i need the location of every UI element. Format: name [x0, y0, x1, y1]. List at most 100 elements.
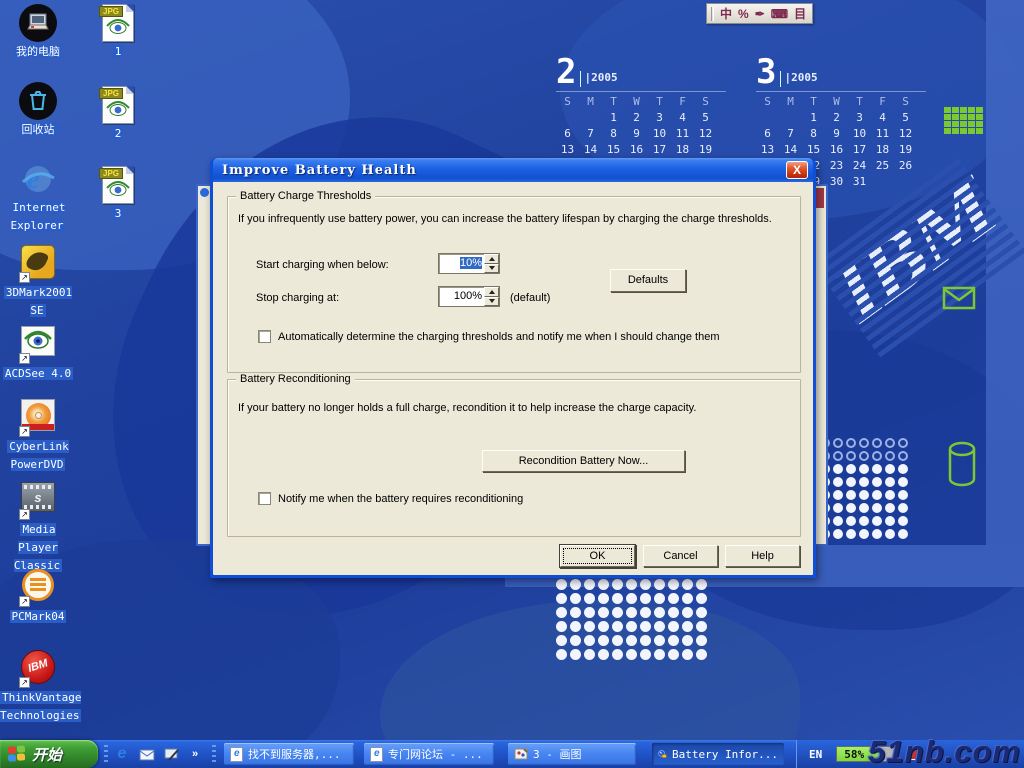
- desktop-icon-media-player-classic[interactable]: s ↗ Media Player Classic: [0, 478, 76, 574]
- calendar-month-number: 3: [756, 57, 776, 87]
- desktop-icon-jpg-1[interactable]: JPG 1: [94, 4, 142, 60]
- ime-pen-icon[interactable]: ✒: [755, 5, 765, 23]
- ime-menu-icon[interactable]: 目: [794, 5, 806, 23]
- acdsee-eye-icon: ↗: [19, 326, 57, 364]
- dot-pattern: [556, 579, 710, 663]
- spinner-up-icon[interactable]: [484, 287, 499, 297]
- jpg-badge: JPG: [99, 88, 123, 99]
- my-computer-icon: [19, 4, 57, 42]
- mail-icon: [139, 748, 155, 761]
- notify-reconditioning-checkbox[interactable]: [258, 492, 271, 505]
- spinner-down-icon[interactable]: [484, 297, 499, 307]
- envelope-icon: [942, 286, 976, 315]
- internet-explorer-icon: e: [19, 160, 57, 198]
- auto-determine-checkbox[interactable]: [258, 330, 271, 343]
- desktop-icon-jpg-3[interactable]: JPG 3: [94, 166, 142, 222]
- windows-logo-icon: [8, 745, 26, 763]
- cancel-button[interactable]: Cancel: [643, 545, 718, 567]
- chevron-icon: »: [192, 748, 198, 760]
- svg-text:e: e: [27, 164, 39, 195]
- ok-button[interactable]: OK: [560, 545, 635, 567]
- task-button-battery-information[interactable]: Battery Infor...: [652, 743, 784, 765]
- dialog-titlebar[interactable]: Improve Battery Health X: [213, 158, 813, 182]
- desktop-icon-internet-explorer[interactable]: e Internet Explorer: [0, 160, 76, 234]
- task-button-server-not-found[interactable]: e 找不到服务器,...: [224, 743, 354, 765]
- quicklaunch-show-desktop[interactable]: [162, 744, 182, 764]
- default-note: (default): [510, 292, 550, 304]
- notify-reconditioning-label: Notify me when the battery requires reco…: [278, 493, 523, 505]
- ime-chinese-icon[interactable]: 中: [720, 5, 732, 23]
- auto-determine-checkbox-row[interactable]: Automatically determine the charging thr…: [258, 330, 719, 343]
- quicklaunch-outlook-express[interactable]: [137, 744, 157, 764]
- shortcut-arrow-icon: ↗: [19, 426, 30, 437]
- jpg-file-icon: JPG: [102, 86, 134, 124]
- notify-reconditioning-checkbox-row[interactable]: Notify me when the battery requires reco…: [258, 492, 523, 505]
- group-title: Battery Reconditioning: [236, 373, 355, 385]
- quicklaunch-chevron[interactable]: »: [185, 744, 205, 764]
- quicklaunch-internet-explorer[interactable]: e: [112, 744, 132, 764]
- thresholds-description: If you infrequently use battery power, y…: [238, 213, 792, 225]
- language-bar[interactable]: 中 % ✒ ⌨ 目: [706, 3, 813, 24]
- recondition-battery-now-button[interactable]: Recondition Battery Now...: [482, 450, 685, 472]
- battery-charge-thresholds-group: Battery Charge Thresholds If you infrequ…: [227, 196, 801, 373]
- dot-pattern: [820, 438, 911, 542]
- thinkvantage-icon: IBM ↗: [19, 650, 57, 688]
- auto-determine-label: Automatically determine the charging thr…: [278, 331, 719, 343]
- dialog-title: Improve Battery Health: [222, 163, 417, 178]
- shortcut-arrow-icon: ↗: [19, 596, 30, 607]
- start-button[interactable]: 开始: [0, 740, 98, 768]
- show-desktop-icon: [164, 747, 180, 761]
- shortcut-arrow-icon: ↗: [19, 509, 30, 520]
- spinner-up-icon[interactable]: [484, 254, 499, 264]
- jpg-file-icon: JPG: [102, 166, 134, 204]
- desktop-icon-powerdvd[interactable]: ↗ CyberLink PowerDVD: [0, 396, 76, 473]
- defaults-button[interactable]: Defaults: [610, 269, 686, 292]
- jpg-file-icon: JPG: [102, 4, 134, 42]
- spinner-down-icon[interactable]: [484, 264, 499, 274]
- recycle-bin-icon: [19, 82, 57, 120]
- reconditioning-description: If your battery no longer holds a full c…: [238, 402, 792, 414]
- desktop-icon-recycle-bin[interactable]: 回收站: [0, 82, 76, 138]
- start-charging-value[interactable]: 10%: [439, 254, 484, 273]
- ie-icon: e: [118, 745, 127, 763]
- watermark-51nb: 51nb.com: [868, 734, 1021, 768]
- paint-icon: [514, 747, 528, 761]
- stop-charging-label: Stop charging at:: [256, 292, 339, 304]
- desktop: IBM 2 |2005 SMTWTFS123456789101112131415…: [0, 0, 1024, 768]
- desktop-icon-jpg-2[interactable]: JPG 2: [94, 86, 142, 142]
- task-button-paint[interactable]: 3 - 画图: [508, 743, 636, 765]
- ibm-badge: IBM: [21, 655, 55, 676]
- stop-charging-value[interactable]: 100%: [439, 287, 484, 306]
- task-button-forum[interactable]: e 专门网论坛 - ...: [364, 743, 494, 765]
- media-player-classic-icon: s ↗: [19, 482, 57, 520]
- desktop-icon-thinkvantage[interactable]: IBM ↗ ThinkVantage Technologies: [0, 648, 76, 724]
- battery-gauge-icon: [658, 747, 667, 761]
- language-indicator[interactable]: EN: [809, 748, 822, 761]
- ie-page-icon: e: [230, 747, 243, 762]
- close-icon[interactable]: X: [786, 161, 808, 179]
- calendar-year: |2005: [580, 71, 617, 87]
- calendar-month-number: 2: [556, 57, 576, 87]
- ie-page-icon: e: [370, 747, 383, 762]
- help-button[interactable]: Help: [725, 545, 800, 567]
- start-charging-spinner[interactable]: 10%: [438, 253, 500, 274]
- shortcut-arrow-icon: ↗: [19, 272, 30, 283]
- stop-charging-spinner[interactable]: 100%: [438, 286, 500, 307]
- start-charging-label: Start charging when below:: [256, 259, 389, 271]
- wallpaper-band: [986, 0, 1024, 545]
- jpg-badge: JPG: [99, 168, 123, 179]
- jpg-badge: JPG: [99, 6, 123, 17]
- pcmark04-icon: ↗: [19, 569, 57, 607]
- window-icon: [200, 188, 209, 197]
- desktop-icon-my-computer[interactable]: 我的电脑: [0, 4, 76, 60]
- desktop-icon-acdsee[interactable]: ↗ ACDSee 4.0: [0, 322, 76, 382]
- ime-keyboard-icon[interactable]: ⌨: [771, 5, 788, 23]
- battery-percent: 58%: [844, 747, 864, 762]
- language-bar-handle[interactable]: [711, 7, 714, 21]
- shortcut-arrow-icon: ↗: [19, 353, 30, 364]
- desktop-icon-pcmark04[interactable]: ↗ PCMark04: [0, 566, 76, 625]
- desktop-icon-3dmark2001[interactable]: ↗ 3DMark2001 SE: [0, 243, 76, 319]
- ime-halfwidth-icon[interactable]: %: [738, 5, 749, 23]
- 3dmark2001-icon: ↗: [19, 245, 57, 283]
- shortcut-arrow-icon: ↗: [19, 677, 30, 688]
